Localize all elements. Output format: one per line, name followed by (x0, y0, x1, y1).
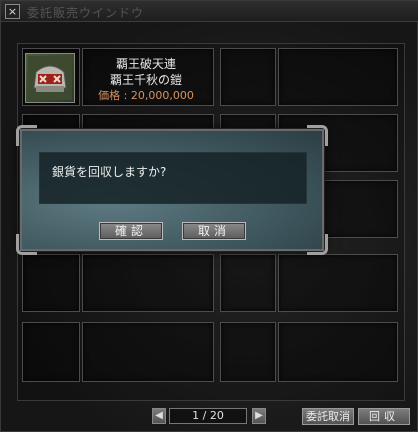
ornament-corner (307, 234, 328, 255)
ornament-corner (307, 125, 328, 146)
item-sub-name: 覇王千秋の鎧 (109, 73, 182, 87)
item-name: 覇王破天連 (115, 57, 176, 71)
slot-icon-10[interactable] (220, 322, 276, 382)
slot-icon-7[interactable] (22, 254, 80, 312)
slot-info-2[interactable] (278, 48, 398, 106)
ornament-corner (16, 125, 37, 146)
consign-cancel-button[interactable]: 委託取消 (302, 408, 354, 425)
item-price: 価格 : 20,000,000 (98, 89, 194, 102)
consignment-window: × 委託販売ウインドウ 覇王破天連 覇王千秋の鎧 価格: 20,000,000… (0, 0, 418, 432)
slot-icon-2[interactable] (220, 48, 276, 106)
slot-info-9[interactable] (82, 322, 214, 382)
collect-button[interactable]: 回収 (358, 408, 410, 425)
close-icon[interactable]: × (5, 4, 20, 19)
ornament-corner (16, 234, 37, 255)
slot-info-7[interactable] (82, 254, 214, 312)
slot-info-8[interactable] (278, 254, 398, 312)
cancel-button[interactable]: 取消 (182, 222, 246, 240)
slot-icon-8[interactable] (220, 254, 276, 312)
prev-page-icon[interactable]: ◀ (152, 408, 166, 424)
helmet-icon (28, 56, 72, 100)
window-title: 委託販売ウインドウ (27, 6, 145, 20)
page-indicator: 1 / 20 (169, 408, 247, 424)
confirm-button[interactable]: 確認 (99, 222, 163, 240)
next-page-icon[interactable]: ▶ (252, 408, 266, 424)
window-titlebar[interactable]: × 委託販売ウインドウ (1, 1, 418, 22)
slot-info-10[interactable] (278, 322, 398, 382)
armor-item-icon[interactable] (25, 53, 75, 103)
dialog-message: 銀貨を回収しますか? (39, 152, 307, 204)
confirm-dialog: 銀貨を回収しますか? 確認 取消 (16, 125, 328, 255)
slot-icon-9[interactable] (22, 322, 80, 382)
